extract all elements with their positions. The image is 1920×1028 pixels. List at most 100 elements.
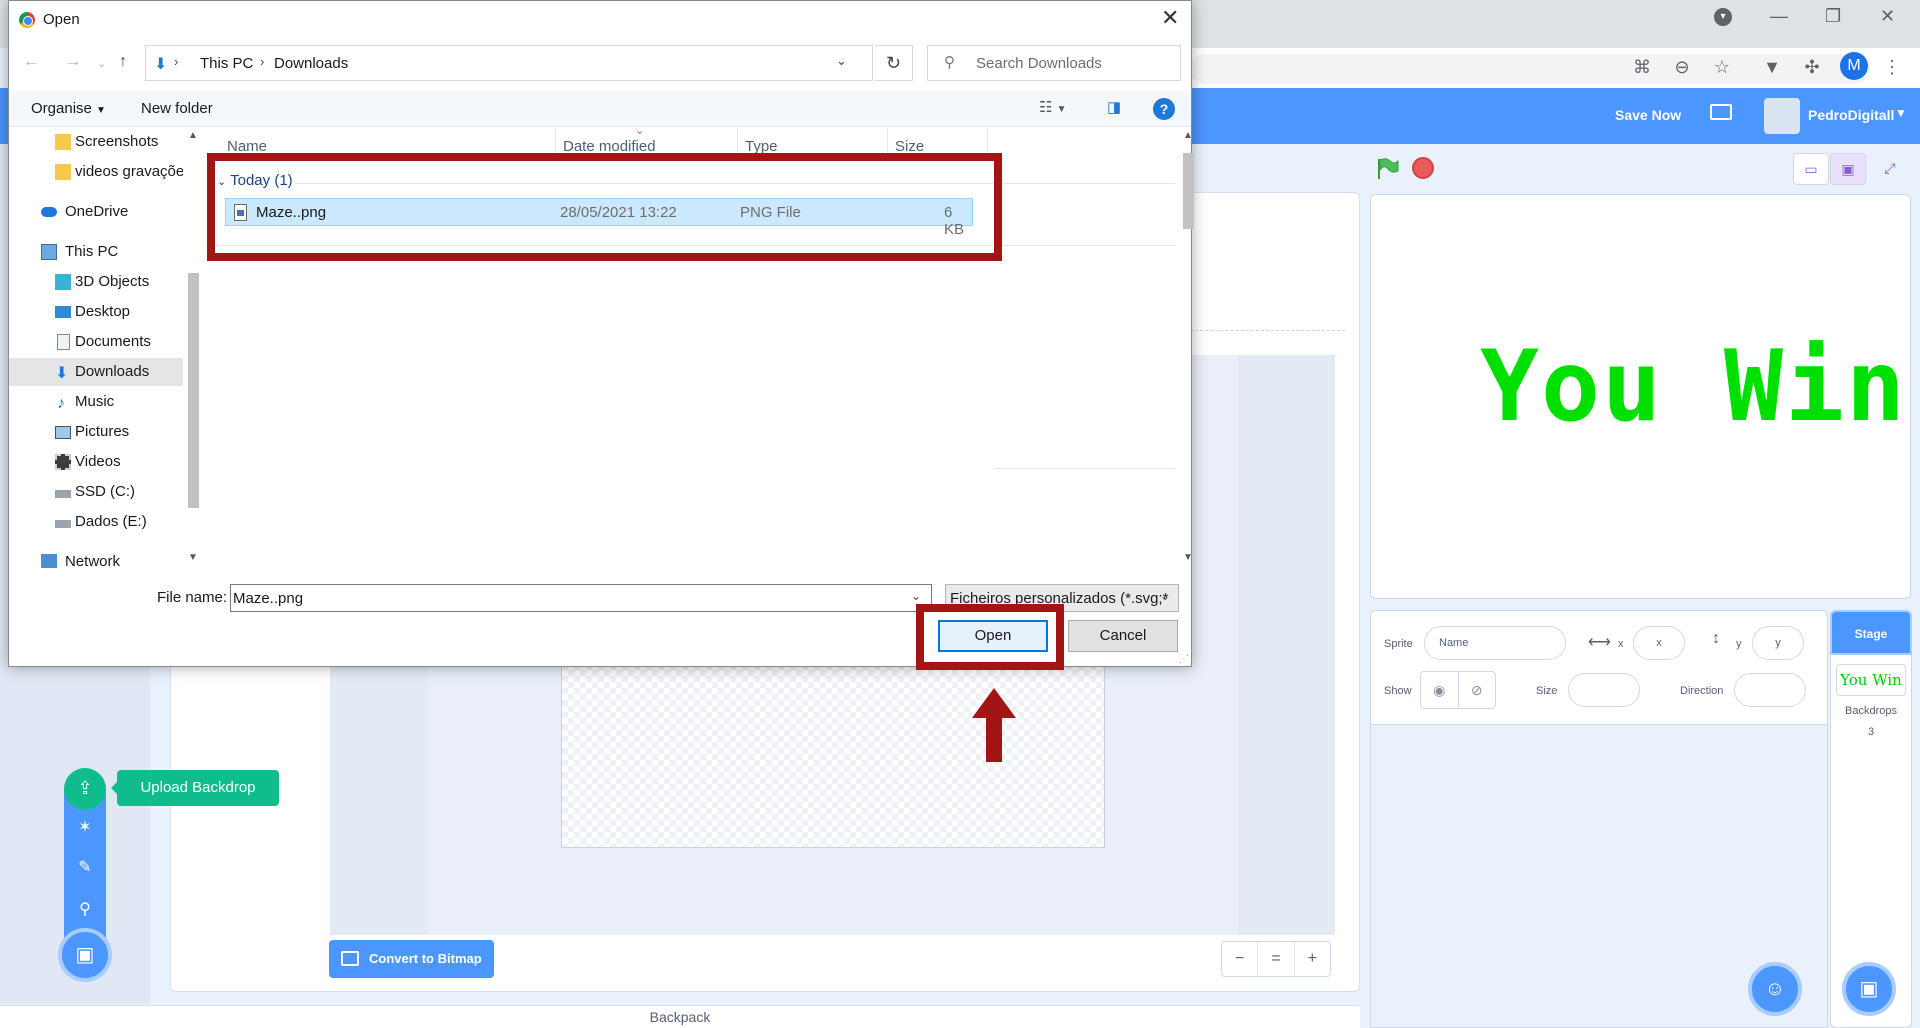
address-dropdown-icon[interactable]: ⌄ — [836, 53, 847, 69]
organise-menu[interactable]: Organise ▼ — [31, 100, 106, 117]
file-name-input[interactable] — [233, 587, 903, 609]
y-field[interactable]: y — [1752, 626, 1804, 660]
file-name-field[interactable]: ⌄ — [230, 584, 932, 612]
tree-item-documents[interactable]: Documents — [9, 328, 183, 356]
my-stuff-folder-icon[interactable] — [1710, 104, 1732, 120]
zoom-icon[interactable]: ⊖ — [1670, 55, 1694, 79]
back-arrow-icon[interactable]: ← — [23, 53, 39, 71]
profile-avatar[interactable]: M — [1840, 52, 1868, 80]
browser-menu-icon[interactable]: ⋮ — [1880, 55, 1904, 79]
direction-field[interactable] — [1734, 673, 1806, 707]
scroll-up-icon[interactable]: ▲ — [188, 130, 198, 141]
stage-thumbnail[interactable]: You Win — [1836, 664, 1906, 696]
file-list-scrollbar[interactable]: ▲ ▼ — [1180, 128, 1197, 568]
tree-item-screenshots[interactable]: Screenshots — [9, 128, 183, 156]
dropdown-caret-icon[interactable]: ⌄ — [911, 589, 921, 603]
tree-label: SSD (C:) — [75, 483, 135, 500]
tree-item-onedrive[interactable]: OneDrive — [9, 198, 183, 226]
user-menu-caret-icon[interactable]: ▼ — [1895, 106, 1907, 120]
breadcrumb-chevron-icon[interactable]: › — [260, 54, 264, 69]
tree-item-network[interactable]: Network — [9, 548, 183, 568]
preview-pane-icon[interactable]: ◨ — [1107, 98, 1121, 116]
restore-icon[interactable]: ❐ — [1825, 6, 1841, 27]
forward-arrow-icon[interactable]: → — [65, 53, 81, 71]
convert-to-bitmap-button[interactable]: Convert to Bitmap — [329, 940, 494, 978]
tree-item-videos[interactable]: Videos — [9, 448, 183, 476]
search-backdrop-icon[interactable]: ⚲ — [64, 892, 106, 928]
help-icon[interactable]: ? — [1153, 98, 1175, 120]
size-field[interactable] — [1568, 673, 1640, 707]
tree-item-this-pc[interactable]: This PC — [9, 238, 183, 266]
fullscreen-icon[interactable]: ⤢ — [1872, 153, 1908, 185]
breadcrumb-this-pc[interactable]: This PC — [200, 55, 253, 72]
search-downloads-input[interactable]: ⚲ Search Downloads — [927, 45, 1181, 81]
minimize-icon[interactable]: — — [1770, 6, 1788, 27]
bookmark-star-icon[interactable]: ☆ — [1710, 55, 1734, 79]
paint-brush-icon[interactable]: ✎ — [64, 850, 106, 886]
breadcrumb-downloads[interactable]: Downloads — [274, 55, 348, 72]
stop-icon[interactable] — [1412, 157, 1434, 179]
breadcrumb-chevron-icon[interactable]: › — [174, 54, 178, 69]
resize-grip-icon[interactable]: ⋰ — [1179, 654, 1189, 665]
dialog-title: Open — [43, 11, 80, 28]
open-file-dialog: Open ✕ ← → ⌄ ↑ ⬇ › This PC › Downloads ⌄… — [8, 0, 1194, 667]
tree-item-3d-objects[interactable]: 3D Objects — [9, 268, 183, 296]
sprite-label: Sprite — [1384, 638, 1413, 650]
eye-icon[interactable]: ◉ — [1421, 672, 1459, 708]
refresh-icon[interactable]: ↻ — [875, 45, 913, 81]
x-field[interactable]: x — [1633, 626, 1685, 660]
close-window-icon[interactable]: ✕ — [1880, 6, 1895, 27]
zoom-out-button[interactable]: − — [1222, 942, 1259, 976]
tree-item-dados-e[interactable]: Dados (E:) — [9, 508, 183, 536]
view-options-icon[interactable]: ☷ ▼ — [1039, 98, 1067, 116]
upload-backdrop-icon[interactable]: ⇪ — [64, 768, 106, 810]
size-label: Size — [1536, 685, 1558, 697]
extension-v-icon[interactable]: ▼ — [1760, 55, 1784, 79]
surprise-icon[interactable]: ✶ — [64, 810, 106, 846]
scroll-up-icon[interactable]: ▲ — [1183, 130, 1193, 141]
eye-hidden-icon[interactable]: ⊘ — [1459, 672, 1496, 708]
x-label: x — [1618, 638, 1624, 650]
user-avatar[interactable] — [1764, 98, 1800, 134]
choose-sprite-button[interactable]: ☺ — [1748, 962, 1802, 1016]
direction-label: Direction — [1680, 685, 1724, 697]
recent-locations-icon[interactable]: ⌄ — [97, 57, 106, 70]
small-stage-button[interactable]: ▭ — [1793, 153, 1829, 185]
tree-item-desktop[interactable]: Desktop — [9, 298, 183, 326]
tree-item-ssd-c[interactable]: SSD (C:) — [9, 478, 183, 506]
tree-label: Dados (E:) — [75, 513, 147, 530]
up-arrow-icon[interactable]: ↑ — [119, 53, 127, 71]
user-name[interactable]: PedroDigitall — [1808, 107, 1894, 123]
tree-item-videos-gravacoes[interactable]: videos gravaçõe — [9, 158, 183, 186]
new-folder-button[interactable]: New folder — [141, 100, 213, 117]
address-bar[interactable]: ⬇ › This PC › Downloads ⌄ — [145, 45, 873, 81]
cancel-button[interactable]: Cancel — [1068, 620, 1178, 652]
extensions-puzzle-icon[interactable]: ✣ — [1800, 55, 1824, 79]
zoom-in-button[interactable]: + — [1295, 942, 1330, 976]
tree-label: Music — [75, 393, 115, 410]
large-stage-button[interactable]: ▣ — [1830, 153, 1866, 185]
choose-backdrop-button[interactable]: ▣ — [58, 928, 112, 982]
tree-label: Videos — [75, 453, 121, 470]
backpack-bar[interactable]: Backpack — [0, 1005, 1360, 1028]
save-now-button[interactable]: Save Now — [1615, 107, 1681, 123]
scroll-down-icon[interactable]: ▼ — [1183, 552, 1193, 563]
file-scroll-thumb[interactable] — [1183, 153, 1194, 229]
tree-scroll-thumb[interactable] — [188, 273, 199, 508]
tree-label: 3D Objects — [75, 273, 150, 290]
tree-item-downloads[interactable]: ⬇ Downloads — [9, 358, 183, 386]
scroll-down-icon[interactable]: ▼ — [188, 552, 198, 563]
documents-icon — [57, 334, 70, 350]
paint-canvas[interactable] — [561, 645, 1105, 848]
tree-scrollbar[interactable]: ▲ ▼ — [184, 128, 203, 568]
show-toggle: ◉ ⊘ — [1420, 671, 1496, 709]
green-flag-icon[interactable] — [1376, 158, 1400, 180]
tree-item-music[interactable]: ♪ Music — [9, 388, 183, 416]
tree-item-pictures[interactable]: Pictures — [9, 418, 183, 446]
choose-backdrop-fab[interactable]: ▣ — [1842, 962, 1896, 1016]
translate-icon[interactable]: ⌘ — [1630, 55, 1654, 79]
sprite-name-field[interactable]: Name — [1424, 626, 1566, 660]
zoom-reset-button[interactable]: = — [1258, 942, 1295, 976]
tab-search-icon[interactable]: ▾ — [1714, 8, 1732, 26]
dialog-close-icon[interactable]: ✕ — [1161, 5, 1179, 31]
